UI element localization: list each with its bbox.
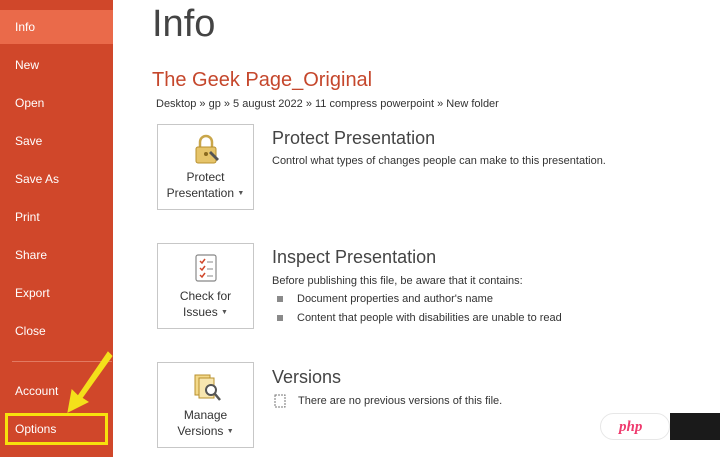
sidebar-item-print[interactable]: Print — [0, 200, 113, 234]
php-watermark: php — [600, 413, 670, 440]
check-for-issues-button[interactable]: Check for Issues ▼ — [157, 243, 254, 329]
manage-versions-button[interactable]: Manage Versions ▼ — [157, 362, 254, 448]
protect-button-label-1: Protect — [186, 170, 225, 184]
inspect-description: Before publishing this file, be aware th… — [272, 275, 523, 287]
sidebar-item-export[interactable]: Export — [0, 276, 113, 310]
document-icon — [274, 394, 286, 408]
dropdown-caret-icon: ▼ — [226, 427, 234, 435]
sidebar-item-close[interactable]: Close — [0, 314, 113, 348]
inspect-bullet-1: Document properties and author's name — [297, 293, 493, 305]
dropdown-caret-icon: ▼ — [237, 189, 245, 197]
dropdown-caret-icon: ▼ — [221, 308, 228, 316]
bullet-icon — [277, 315, 283, 321]
sidebar-item-save-as[interactable]: Save As — [0, 162, 113, 196]
versions-description: There are no previous versions of this f… — [298, 395, 503, 407]
sidebar-item-share[interactable]: Share — [0, 238, 113, 272]
sidebar-item-open[interactable]: Open — [0, 86, 113, 120]
check-button-label-text: Issues — [183, 305, 218, 319]
versions-button-label-2: Versions ▼ — [158, 423, 253, 440]
annotation-arrow-icon — [67, 351, 113, 413]
checklist-icon — [195, 254, 217, 282]
check-button-label-2: Issues ▼ — [158, 304, 253, 321]
watermark-tail — [670, 413, 720, 440]
versions-search-icon — [194, 374, 221, 401]
protect-heading: Protect Presentation — [272, 128, 436, 148]
document-title: The Geek Page_Original — [152, 69, 373, 91]
protect-button-label-2: Presentation ▼ — [158, 185, 253, 202]
protect-description: Control what types of changes people can… — [272, 155, 606, 167]
sidebar-item-save[interactable]: Save — [0, 124, 113, 158]
inspect-heading: Inspect Presentation — [272, 247, 437, 267]
sidebar-item-info[interactable]: Info — [0, 10, 113, 44]
versions-button-label-1: Manage — [183, 408, 228, 422]
protect-presentation-button[interactable]: Protect Presentation ▼ — [157, 124, 254, 210]
lock-key-icon — [195, 134, 219, 164]
versions-button-label-text: Versions — [177, 424, 224, 438]
page-title: Info — [152, 3, 216, 45]
inspect-bullet-2: Content that people with disabilities ar… — [297, 312, 562, 324]
sidebar-item-new[interactable]: New — [0, 48, 113, 82]
bullet-icon — [277, 296, 283, 302]
versions-heading: Versions — [272, 367, 342, 387]
protect-button-label-text: Presentation — [166, 186, 235, 200]
breadcrumb[interactable]: Desktop » gp » 5 august 2022 » 11 compre… — [156, 97, 499, 111]
check-button-label-1: Check for — [179, 289, 232, 303]
watermark-text: php — [619, 419, 643, 435]
